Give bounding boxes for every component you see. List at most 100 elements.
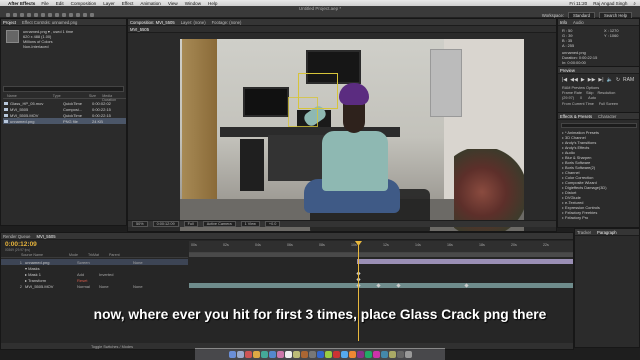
settings-icon[interactable] xyxy=(308,351,316,358)
last-frame-icon[interactable]: ▶| xyxy=(598,77,603,83)
rotate-tool-icon[interactable] xyxy=(27,13,31,17)
menu-view[interactable]: View xyxy=(168,1,178,6)
app-icon[interactable] xyxy=(316,351,324,358)
camera-tool-icon[interactable] xyxy=(34,13,38,17)
toggle-switches-modes[interactable]: Toggle Switches / Modes xyxy=(91,345,133,349)
first-frame-icon[interactable]: |◀ xyxy=(562,77,567,83)
app-icon[interactable] xyxy=(372,351,380,358)
hand-tool-icon[interactable] xyxy=(13,13,17,17)
menu-composition[interactable]: Composition xyxy=(71,1,97,6)
app-icon[interactable] xyxy=(388,351,396,358)
calendar-icon[interactable] xyxy=(284,351,292,358)
safari-icon[interactable] xyxy=(268,351,276,358)
effect-category[interactable]: Fxfactory Pro xyxy=(562,215,588,220)
app-icon[interactable] xyxy=(244,351,252,358)
exposure-field[interactable]: +0.0 xyxy=(264,221,281,227)
play-icon[interactable]: ▶ xyxy=(581,77,585,83)
downloads-icon[interactable] xyxy=(396,351,404,358)
menu-file[interactable]: File xyxy=(41,1,48,6)
tab-render-queue[interactable]: Render Queue xyxy=(3,234,30,239)
user-name[interactable]: Raj Angad Singh xyxy=(593,1,627,6)
from-current-time-checkbox[interactable]: From Current Time xyxy=(562,102,594,106)
app-menu[interactable]: After Effects xyxy=(8,1,35,6)
app-icon[interactable] xyxy=(324,351,332,358)
tab-effect-controls[interactable]: Effect Controls: unnamed.png xyxy=(22,20,77,25)
eraser-tool-icon[interactable] xyxy=(83,13,87,17)
menu-window[interactable]: Window xyxy=(185,1,201,6)
mask-mode[interactable]: Add xyxy=(77,272,99,277)
menu-animation[interactable]: Animation xyxy=(140,1,160,6)
magnification-dropdown[interactable]: 50% xyxy=(132,221,148,227)
pan-behind-tool-icon[interactable] xyxy=(41,13,45,17)
comp-name-tab[interactable]: MVI_5505 xyxy=(130,27,149,32)
tab-composition[interactable]: Composition: MVI_5505 xyxy=(130,20,175,25)
skip-field[interactable]: 0 xyxy=(580,96,582,100)
app-icon[interactable] xyxy=(252,351,260,358)
tab-character[interactable]: Character xyxy=(598,114,616,119)
text-tool-icon[interactable] xyxy=(62,13,66,17)
col-size[interactable]: Size xyxy=(89,94,102,98)
tab-effects-presets[interactable]: Effects & Presets xyxy=(560,114,592,119)
layer-trkmat[interactable]: None xyxy=(99,284,133,289)
transform-reset[interactable]: Reset xyxy=(77,278,99,283)
app-icon[interactable] xyxy=(260,351,268,358)
pen-tool-icon[interactable] xyxy=(55,13,59,17)
trash-icon[interactable] xyxy=(404,351,412,358)
app-icon[interactable] xyxy=(364,351,372,358)
tab-layer[interactable]: Layer: (none) xyxy=(181,20,206,25)
tab-timeline-comp[interactable]: MVI_5505 xyxy=(36,234,55,239)
work-area-bar[interactable] xyxy=(189,253,573,257)
col-type[interactable]: Type xyxy=(53,94,89,98)
zoom-tool-icon[interactable] xyxy=(20,13,24,17)
time-ruler[interactable]: 00s 02s 04s 06s 08s 10s 12s 14s 16s 18s … xyxy=(189,241,573,253)
layer-duration-bar[interactable] xyxy=(357,259,573,264)
viewer-timecode[interactable]: 0:00:12:09 xyxy=(152,221,179,227)
col-name[interactable]: Name xyxy=(3,94,53,98)
menu-effect[interactable]: Effect xyxy=(122,1,134,6)
tab-preview[interactable]: Preview xyxy=(560,68,575,73)
launchpad-icon[interactable] xyxy=(236,351,244,358)
col-duration[interactable]: Media Duration xyxy=(102,94,126,102)
col-parent[interactable]: Parent xyxy=(109,253,120,257)
menu-edit[interactable]: Edit xyxy=(56,1,64,6)
frame-rate-dropdown[interactable]: (29.97) xyxy=(562,96,574,100)
layer-parent[interactable]: None xyxy=(133,284,163,289)
current-timecode[interactable]: 0:00:12:09 xyxy=(5,241,37,248)
app-icon[interactable] xyxy=(300,351,308,358)
brush-tool-icon[interactable] xyxy=(69,13,73,17)
tab-project[interactable]: Project xyxy=(3,20,16,25)
mask-tool-icon[interactable] xyxy=(48,13,52,17)
menu-help[interactable]: Help xyxy=(208,1,217,6)
app-icon[interactable] xyxy=(348,351,356,358)
col-trkmat[interactable]: TrkMat xyxy=(88,253,99,257)
finder-icon[interactable] xyxy=(228,351,236,358)
prev-frame-icon[interactable]: ◀◀ xyxy=(570,77,578,83)
composition-viewer[interactable] xyxy=(180,39,524,231)
tab-footage[interactable]: Footage: (none) xyxy=(212,20,242,25)
effects-search-input[interactable] xyxy=(561,123,637,128)
spotlight-icon[interactable]: ⌕ xyxy=(633,1,636,6)
selection-tool-icon[interactable] xyxy=(6,13,10,17)
tab-info[interactable]: Info xyxy=(560,20,567,25)
ram-preview-button[interactable]: RAM xyxy=(623,77,634,83)
next-frame-icon[interactable]: ▶▶ xyxy=(588,77,596,83)
tab-audio[interactable]: Audio xyxy=(573,20,584,25)
ram-options[interactable]: RAM Preview Options xyxy=(562,86,599,90)
app-icon[interactable] xyxy=(332,351,340,358)
tab-tracker[interactable]: Tracker xyxy=(577,230,591,235)
resolution-preview-dropdown[interactable]: Auto xyxy=(588,96,596,100)
mask-inverted[interactable]: Inverted xyxy=(99,272,133,277)
layer-mode[interactable]: Screen xyxy=(77,260,99,265)
app-icon[interactable] xyxy=(340,351,348,358)
resolution-dropdown[interactable]: Full xyxy=(183,221,198,227)
puppet-tool-icon[interactable] xyxy=(90,13,94,17)
clone-tool-icon[interactable] xyxy=(76,13,80,17)
after-effects-icon[interactable] xyxy=(356,351,364,358)
full-screen-checkbox[interactable]: Full Screen xyxy=(599,102,618,106)
view-layout-dropdown[interactable]: 1 View xyxy=(240,221,260,227)
layer-duration-bar[interactable] xyxy=(189,283,573,288)
app-icon[interactable] xyxy=(292,351,300,358)
col-source-name[interactable]: Source Name xyxy=(21,253,43,257)
menu-layer[interactable]: Layer xyxy=(103,1,115,6)
app-icon[interactable] xyxy=(276,351,284,358)
